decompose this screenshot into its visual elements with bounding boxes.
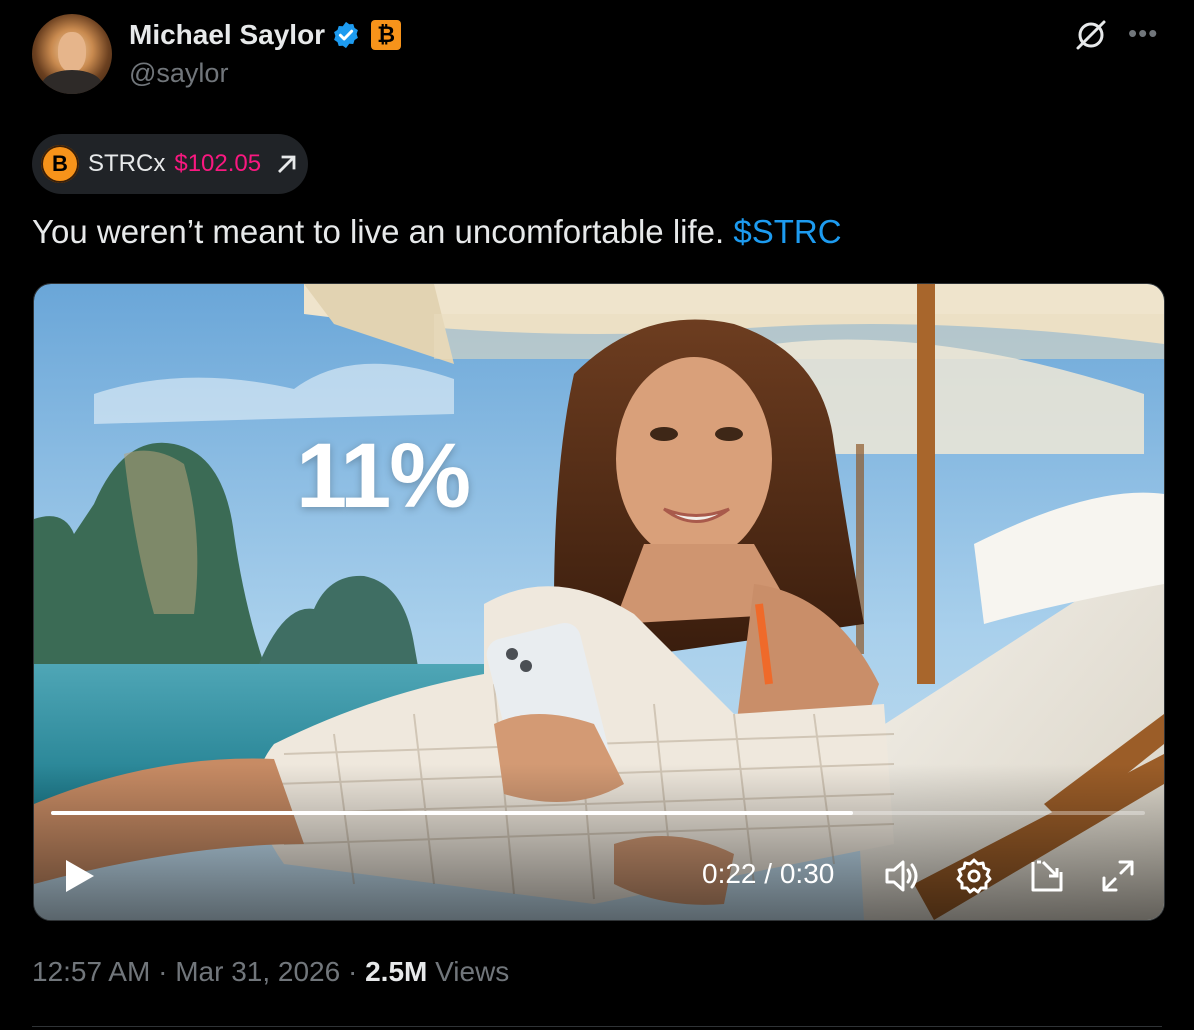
more-icon[interactable]: •••	[1128, 20, 1158, 46]
tweet-body: You weren’t meant to live an uncomfortab…	[32, 213, 725, 250]
verified-icon	[334, 21, 358, 49]
arrow-up-right-icon	[278, 155, 296, 173]
video-current-time: 0:22	[702, 858, 757, 889]
video-frame	[34, 284, 1164, 920]
views-label: Views	[435, 956, 510, 987]
grok-icon[interactable]	[1074, 18, 1108, 52]
divider	[32, 1026, 1162, 1027]
views-count: 2.5M	[365, 956, 428, 987]
video-player[interactable]: 11% 0:22 / 0:30	[33, 283, 1165, 921]
video-overlay-text: 11%	[296, 425, 471, 527]
video-time-separator: /	[756, 858, 780, 889]
tweet-date[interactable]: Mar 31, 2026	[175, 956, 340, 987]
chip-ticker: STRCx	[88, 150, 166, 177]
meta-separator: ·	[158, 956, 168, 987]
avatar-face	[58, 32, 86, 72]
volume-icon[interactable]	[882, 856, 922, 896]
meta-separator: ·	[347, 956, 358, 987]
chip-price: $102.05	[174, 150, 262, 177]
video-progress-bar[interactable]	[51, 811, 1145, 815]
tweet-text: You weren’t meant to live an uncomfortab…	[32, 213, 842, 251]
video-duration: 0:30	[779, 858, 835, 889]
author-avatar[interactable]	[32, 14, 112, 94]
tweet-cashtag-link[interactable]: $STRC	[733, 213, 841, 250]
video-time: 0:22 / 0:30	[702, 858, 834, 890]
author-handle[interactable]: @saylor	[129, 58, 228, 89]
author-name-row: Michael Saylor ₿	[129, 18, 402, 52]
author-name[interactable]: Michael Saylor	[129, 19, 325, 51]
play-icon[interactable]	[60, 856, 100, 896]
settings-icon[interactable]	[954, 856, 994, 896]
fullscreen-icon[interactable]	[1098, 856, 1138, 896]
tweet-meta: 12:57 AM · Mar 31, 2026 · 2.5M Views	[32, 956, 509, 988]
tweet-time[interactable]: 12:57 AM	[32, 956, 150, 987]
strc-logo-icon: B	[41, 145, 79, 183]
avatar-shoulders	[42, 70, 102, 94]
bitcoin-badge-icon: ₿	[371, 20, 402, 50]
video-progress-fill	[51, 811, 854, 815]
pip-icon[interactable]	[1027, 856, 1067, 896]
cashtag-chip[interactable]: B STRCx $102.05	[32, 134, 308, 194]
